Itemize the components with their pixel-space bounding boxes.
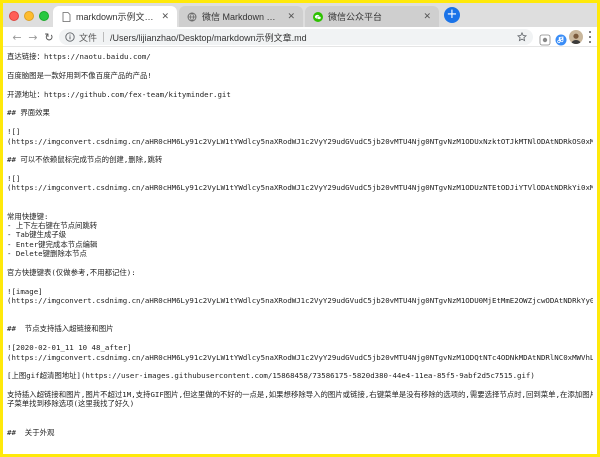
forward-arrow-icon[interactable]: → bbox=[25, 29, 41, 45]
close-tab-icon[interactable]: ✕ bbox=[161, 11, 169, 22]
document-line: 直达链接：https://naotu.baidu.com/ bbox=[7, 52, 151, 61]
document-line: (https://imgconvert.csdnimg.cn/aHR0cHM6L… bbox=[7, 296, 593, 306]
minimize-window-button[interactable] bbox=[24, 11, 34, 21]
maximize-window-button[interactable] bbox=[39, 11, 49, 21]
new-tab-button[interactable]: + bbox=[444, 7, 460, 23]
divider bbox=[103, 32, 105, 42]
document-line: 开源地址：https://github.com/fex-team/kitymin… bbox=[7, 89, 231, 99]
document-line: ![] bbox=[7, 174, 21, 184]
tab-label: markdown示例文章.md bbox=[76, 12, 157, 22]
document-line: 常用快捷键: bbox=[7, 211, 49, 221]
document-line: (https://imgconvert.csdnimg.cn/aHR0cHM6L… bbox=[7, 183, 593, 193]
document-line: - 上下左右键在节点间跳转 bbox=[7, 221, 98, 231]
document-line: ## 节点支持插入超链接和图片 bbox=[7, 324, 114, 334]
address-bar[interactable]: 文件 /Users/lijianzhao/Desktop/markdown示例文… bbox=[59, 29, 533, 45]
document-line: 子菜单找到移除选项(这里我找了好久) bbox=[7, 399, 135, 409]
document-line: 支持插入超链接和图片,图片不超过1M,支持GIF图片,但这里做的不好的一点是,如… bbox=[7, 390, 593, 400]
document-line: ## 关于外观 bbox=[7, 427, 55, 437]
url-scheme-label: 文件 bbox=[79, 32, 98, 43]
document-line: ## 可以不依赖鼠标完成节点的创建,删除,跳转 bbox=[7, 155, 163, 165]
url-text[interactable]: /Users/lijianzhao/Desktop/markdown示例文章.m… bbox=[110, 31, 513, 44]
close-tab-icon[interactable]: ✕ bbox=[287, 11, 295, 22]
tab-label: 微信 Markdown 编辑器 bbox=[202, 12, 283, 22]
reload-icon[interactable]: ↻ bbox=[41, 29, 57, 45]
document-line: ## 界面效果 bbox=[7, 108, 50, 118]
close-window-button[interactable] bbox=[9, 11, 19, 21]
document-line: - Enter键完成本节点编辑 bbox=[7, 239, 98, 249]
globe-icon bbox=[187, 12, 197, 22]
tab-markdown-file[interactable]: markdown示例文章.md ✕ bbox=[53, 6, 177, 27]
document-line: [上图gif超清图地址](https://user-images.githubu… bbox=[7, 371, 535, 381]
tab-strip: markdown示例文章.md ✕ 微信 Markdown 编辑器 ✕ 微信公众… bbox=[3, 3, 597, 27]
wechat-icon bbox=[313, 11, 323, 22]
document-line: ![] bbox=[7, 127, 21, 137]
profile-avatar[interactable] bbox=[569, 30, 583, 44]
tab-wechat-markdown-editor[interactable]: 微信 Markdown 编辑器 ✕ bbox=[179, 6, 303, 27]
document-line: - Tab键生成子级 bbox=[7, 230, 67, 240]
more-options-icon[interactable] bbox=[586, 30, 594, 44]
bookmark-star-icon[interactable] bbox=[516, 31, 528, 42]
chrome-frame: markdown示例文章.md ✕ 微信 Markdown 编辑器 ✕ 微信公众… bbox=[3, 3, 597, 454]
extension-icon[interactable] bbox=[539, 31, 551, 46]
back-arrow-icon[interactable]: ← bbox=[9, 29, 25, 45]
browser-toolbar: ← → ↻ 文件 /Users/lijianzhao/Desktop/markd… bbox=[3, 27, 597, 47]
close-tab-icon[interactable]: ✕ bbox=[423, 11, 431, 22]
music-extension-icon[interactable] bbox=[555, 31, 567, 46]
tab-label: 微信公众平台 bbox=[328, 12, 383, 22]
info-icon[interactable] bbox=[65, 32, 75, 42]
document-line: 百度脑图是一款好用到不像百度产品的产品! bbox=[7, 70, 152, 80]
document-line: ![2020-02-01_11 10 48_after] bbox=[7, 343, 132, 353]
browser-window: markdown示例文章.md ✕ 微信 Markdown 编辑器 ✕ 微信公众… bbox=[0, 0, 600, 457]
document-line: - Delete键删除本节点 bbox=[7, 249, 87, 259]
document-line: 官方快捷键表(仅做参考,不用都记住): bbox=[7, 267, 136, 277]
document-line: (https://imgconvert.csdnimg.cn/aHR0cHM6L… bbox=[7, 136, 593, 146]
markdown-document: 直达链接：https://naotu.baidu.com/百度脑图是一款好用到不… bbox=[3, 48, 597, 454]
file-icon bbox=[61, 11, 71, 22]
tab-wechat-official-platform[interactable]: 微信公众平台 ✕ bbox=[305, 6, 439, 27]
document-line: ![image] bbox=[7, 286, 43, 296]
document-line: (https://imgconvert.csdnimg.cn/aHR0cHM6L… bbox=[7, 352, 593, 362]
